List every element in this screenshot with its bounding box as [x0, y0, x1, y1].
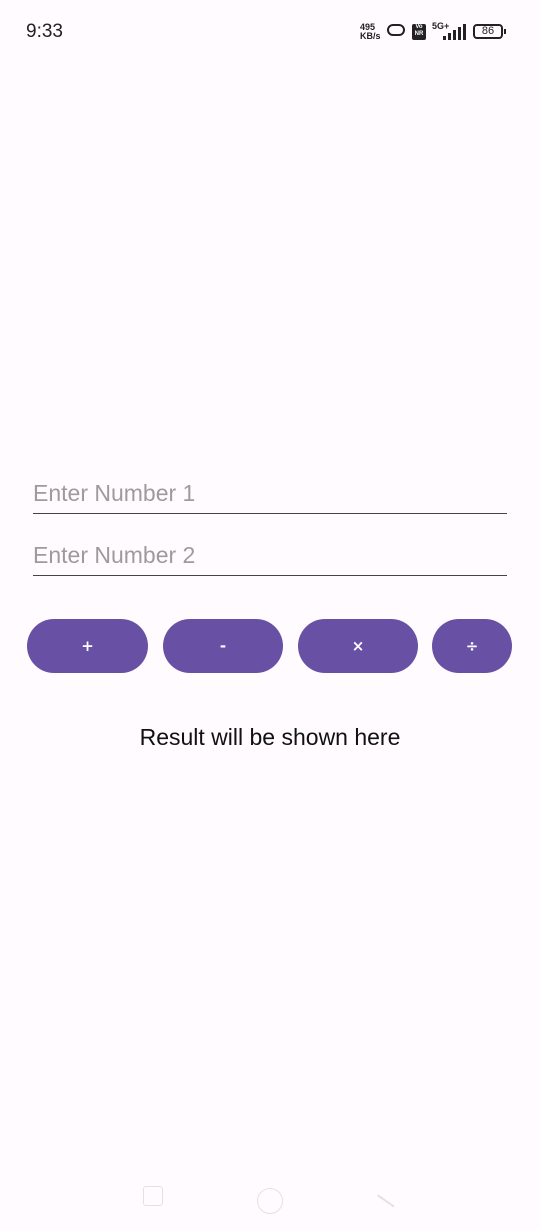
recents-nav-icon[interactable] [143, 1186, 163, 1206]
speed-unit: KB/s [360, 31, 381, 41]
network-speed: 495 KB/s [360, 23, 381, 41]
divide-button[interactable]: ÷ [432, 619, 512, 673]
result-text: Result will be shown here [139, 724, 401, 750]
number2-input[interactable] [33, 535, 507, 576]
link-icon [387, 24, 405, 36]
multiply-button[interactable]: × [298, 619, 418, 673]
signal-icon [443, 24, 466, 40]
battery-icon: 86 [473, 24, 503, 39]
home-nav-icon[interactable] [257, 1188, 283, 1214]
number1-input[interactable] [33, 473, 507, 514]
add-button[interactable]: + [27, 619, 148, 673]
vonr-bottom: NR [414, 31, 424, 37]
back-nav-icon[interactable] [377, 1194, 395, 1208]
battery-tip [504, 29, 506, 34]
subtract-button[interactable]: - [163, 619, 283, 673]
vonr-top: Vo [415, 24, 423, 30]
status-bar: 9:33 495 KB/s Vo NR 5G+ 86 [0, 0, 540, 64]
vonr-icon: Vo NR [412, 24, 426, 40]
clock: 9:33 [26, 21, 63, 42]
